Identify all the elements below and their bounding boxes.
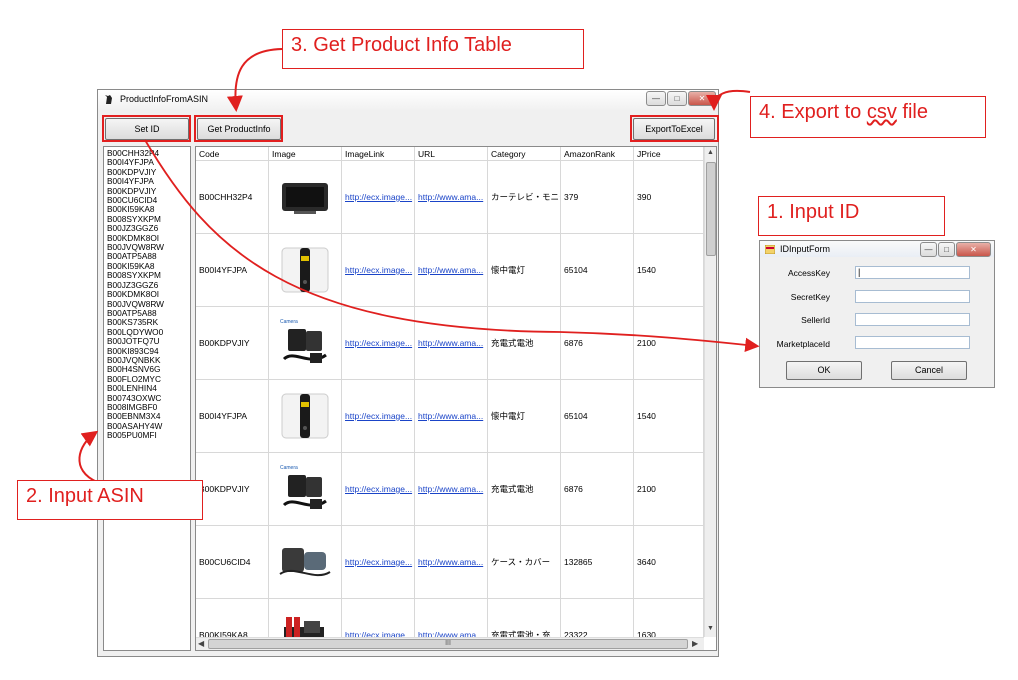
callout-export-csv: csv <box>866 101 897 123</box>
callout-get-product-info: 3. Get Product Info Table <box>282 29 584 69</box>
callout-export-prefix: 4. Export to <box>759 101 867 123</box>
callout-export: 4. Export to csv file <box>750 96 986 138</box>
callout-input-id: 1. Input ID <box>758 196 945 236</box>
callout-export-suffix: file <box>896 101 928 123</box>
callout-input-asin: 2. Input ASIN <box>17 480 203 520</box>
